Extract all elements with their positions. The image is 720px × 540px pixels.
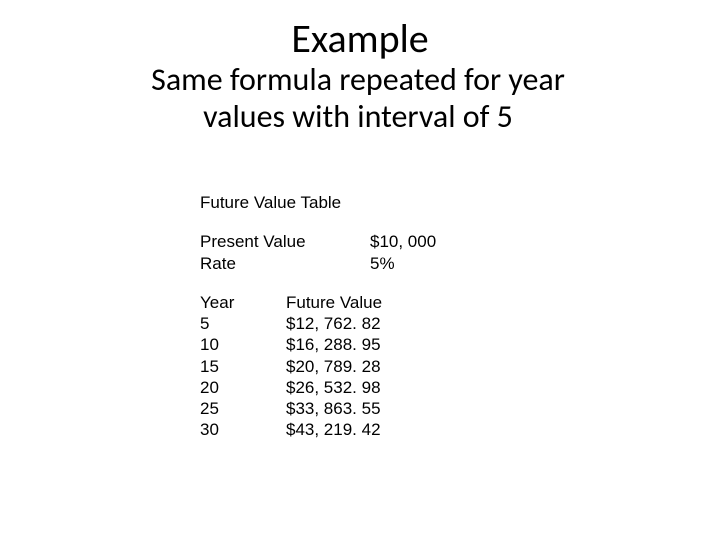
cell-future-value: $26, 532. 98 [286,377,381,398]
cell-year: 25 [200,398,286,419]
present-value-label: Present Value [200,231,370,252]
param-row-present-value: Present Value $10, 000 [200,231,436,252]
table-row: 5 $12, 762. 82 [200,313,436,334]
cell-year: 5 [200,313,286,334]
subtitle-line-1: Same formula repeated for year [151,60,565,99]
future-value-table: Year Future Value 5 $12, 762. 82 10 $16,… [200,292,436,441]
cell-year: 20 [200,377,286,398]
table-row: 20 $26, 532. 98 [200,377,436,398]
table-row: 10 $16, 288. 95 [200,334,436,355]
content-heading: Future Value Table [200,192,436,213]
subtitle-line-2: values with interval of 5 [203,97,513,136]
rate-label: Rate [200,253,370,274]
header-year: Year [200,292,286,313]
slide-title: Example [0,14,720,63]
table-row: 30 $43, 219. 42 [200,419,436,440]
slide: Example Same formula repeated for year v… [0,0,720,540]
cell-future-value: $43, 219. 42 [286,419,381,440]
cell-year: 15 [200,356,286,377]
table-row: 15 $20, 789. 28 [200,356,436,377]
parameters-block: Present Value $10, 000 Rate 5% [200,231,436,274]
table-row: 25 $33, 863. 55 [200,398,436,419]
rate-value: 5% [370,253,395,274]
cell-future-value: $20, 789. 28 [286,356,381,377]
slide-subtitle: Same formula repeated for year values wi… [78,62,638,136]
cell-future-value: $16, 288. 95 [286,334,381,355]
cell-future-value: $12, 762. 82 [286,313,381,334]
header-future-value: Future Value [286,292,382,313]
param-row-rate: Rate 5% [200,253,436,274]
slide-content: Future Value Table Present Value $10, 00… [200,192,436,441]
present-value-value: $10, 000 [370,231,436,252]
table-header-row: Year Future Value [200,292,436,313]
cell-year: 10 [200,334,286,355]
cell-year: 30 [200,419,286,440]
cell-future-value: $33, 863. 55 [286,398,381,419]
